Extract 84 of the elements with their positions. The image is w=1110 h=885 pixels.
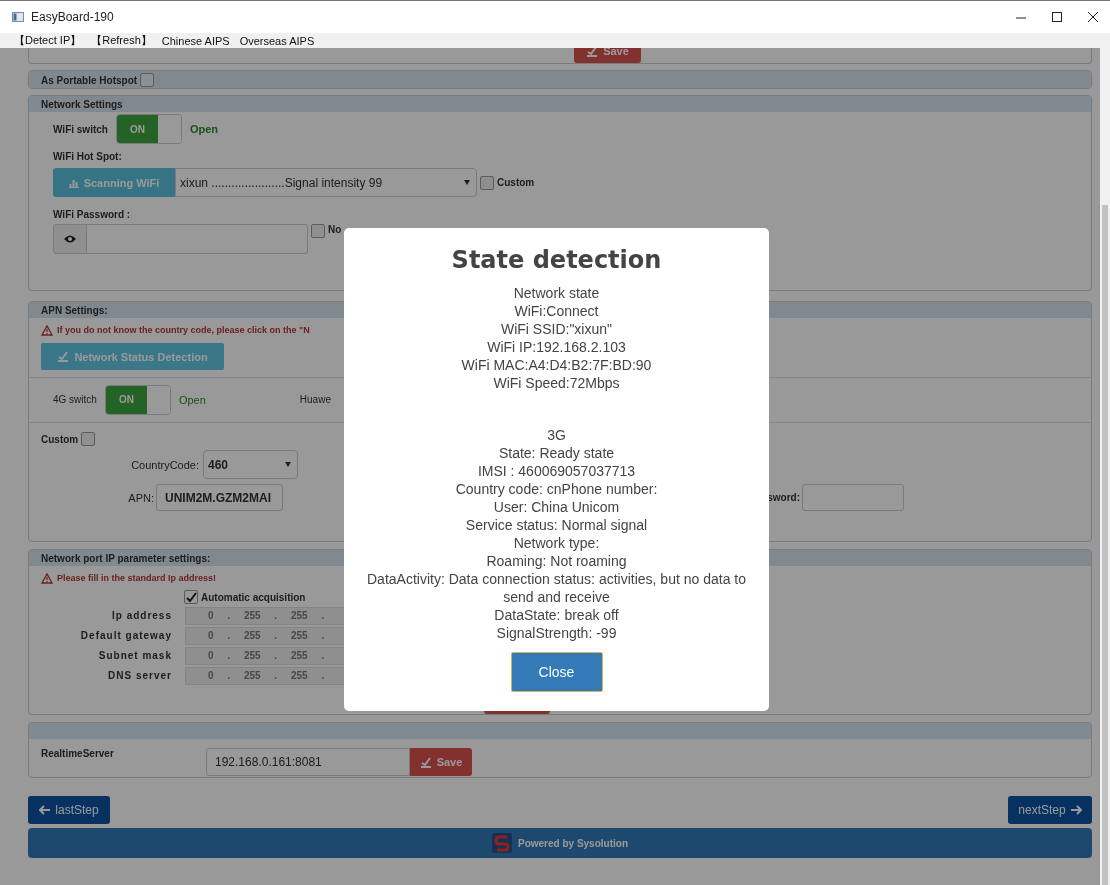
scrollbar[interactable] [1100, 48, 1110, 885]
field-label: Huawe [299, 394, 331, 405]
arrow-right-icon [1070, 804, 1082, 815]
field-label: WiFi switch [53, 123, 108, 135]
warning-text: If you do not know the country code, please click on the "N [57, 325, 310, 335]
close-icon[interactable] [1086, 10, 1100, 24]
field-label: RealtimeServer [41, 748, 115, 759]
status-line: User: China Unicom [492, 498, 621, 516]
password-field[interactable] [87, 224, 308, 254]
status-line: WiFi Speed:72Mbps [492, 374, 621, 392]
close-button[interactable]: Close [510, 652, 603, 692]
footer-text: Powered by Sysolution [518, 837, 628, 849]
status-line: IMSI : 460069057037713 [476, 462, 637, 480]
sign-icon [586, 48, 599, 57]
checkbox-label: No [328, 224, 342, 235]
field-label: 4G switch [53, 394, 97, 405]
status-line: WiFi SSID:"xixun" [499, 320, 614, 338]
status-line: WiFi:Connect [513, 302, 600, 320]
password-field[interactable] [802, 484, 904, 511]
caret-icon [285, 462, 291, 467]
eye-icon [64, 235, 76, 243]
sign-icon [419, 756, 432, 768]
status-line: Country code: cnPhone number: [454, 480, 659, 498]
warning-icon [41, 324, 53, 336]
menu-item[interactable]: Chinese AIPS [161, 34, 230, 47]
status-line: Network state [512, 284, 601, 302]
country-code-select[interactable]: 460 [203, 450, 298, 479]
status-line: SignalStrength: -99 [495, 624, 618, 642]
menu-item[interactable]: 【Detect IP】 [14, 33, 82, 48]
status-line: WiFi MAC:A4:D4:B2:7F:BD:90 [460, 356, 653, 374]
field-label: CountryCode: [130, 458, 199, 471]
menu-item[interactable]: 【Refresh】 [91, 33, 152, 48]
checkbox-label: Custom [497, 177, 535, 188]
toggle-switch[interactable]: ON [104, 384, 171, 415]
menu-item[interactable]: Overseas AIPS [239, 34, 315, 47]
checkbox-label: Custom [41, 433, 79, 445]
panel-title: Network Settings [41, 98, 123, 110]
field-label: APN: [127, 491, 154, 504]
maximize-icon[interactable] [1050, 10, 1064, 24]
panel-title: APN Settings: [41, 304, 108, 316]
save-button[interactable]: Save [574, 48, 641, 63]
field-label: DNS server [107, 670, 172, 681]
show-password-button[interactable] [53, 224, 87, 254]
status-line: Roaming: Not roaming [485, 552, 628, 570]
panel-title: As Portable Hotspot [41, 74, 138, 86]
field-label: Ip address [110, 610, 172, 621]
arrow-left-icon [39, 804, 51, 815]
status-line: DataState: break off [493, 606, 620, 624]
app-icon [12, 12, 24, 22]
next-step-button[interactable]: nextStep [1008, 795, 1092, 824]
field-label: Subnet mask [97, 650, 172, 661]
apn-field[interactable]: UNIM2M.GZM2MAI [156, 484, 283, 511]
checkbox-label: Automatic acquisition [201, 591, 306, 603]
sign-icon [57, 351, 70, 362]
switch-status: Open [189, 123, 219, 135]
status-line: DataActivity: Data connection status: activities, but no data to send and receive [366, 570, 747, 606]
warning-icon [41, 572, 53, 584]
checkbox[interactable] [140, 73, 155, 87]
status-line: WiFi IP:192.168.2.103 [486, 338, 627, 356]
panel-title: Network port IP parameter settings: [41, 552, 211, 564]
switch-status: Open [178, 393, 206, 406]
checkbox[interactable] [311, 224, 325, 238]
server-field[interactable]: 192.168.0.161:8081 [206, 748, 410, 776]
caret-icon [464, 180, 470, 185]
field-label: sword: [766, 492, 800, 503]
checkbox[interactable] [480, 175, 494, 190]
status-line: Network type: [512, 534, 601, 552]
window-title: EasyBoard-190 [31, 10, 115, 24]
save-button[interactable]: Save [410, 748, 472, 776]
field-label: WiFi Hot Spot: [53, 150, 122, 162]
status-line: 3G [546, 426, 567, 444]
logo-icon [492, 833, 512, 853]
last-step-button[interactable]: lastStep [28, 795, 110, 824]
bar-chart-icon [68, 177, 79, 188]
status-line: State: Ready state [497, 444, 616, 462]
toggle-switch[interactable]: ON [115, 114, 182, 144]
checkbox[interactable] [184, 590, 198, 604]
warning-text: Please fill in the standard Ip address! [57, 573, 217, 583]
status-line: Service status: Normal signal [464, 516, 649, 534]
field-label: WiFi Password : [53, 208, 131, 220]
field-label: Default gateway [79, 630, 172, 641]
hotspot-select[interactable]: xixun ......................Signal intensity 99 [175, 168, 477, 197]
dialog-title: State detection [451, 246, 662, 274]
checkbox[interactable] [81, 432, 96, 446]
